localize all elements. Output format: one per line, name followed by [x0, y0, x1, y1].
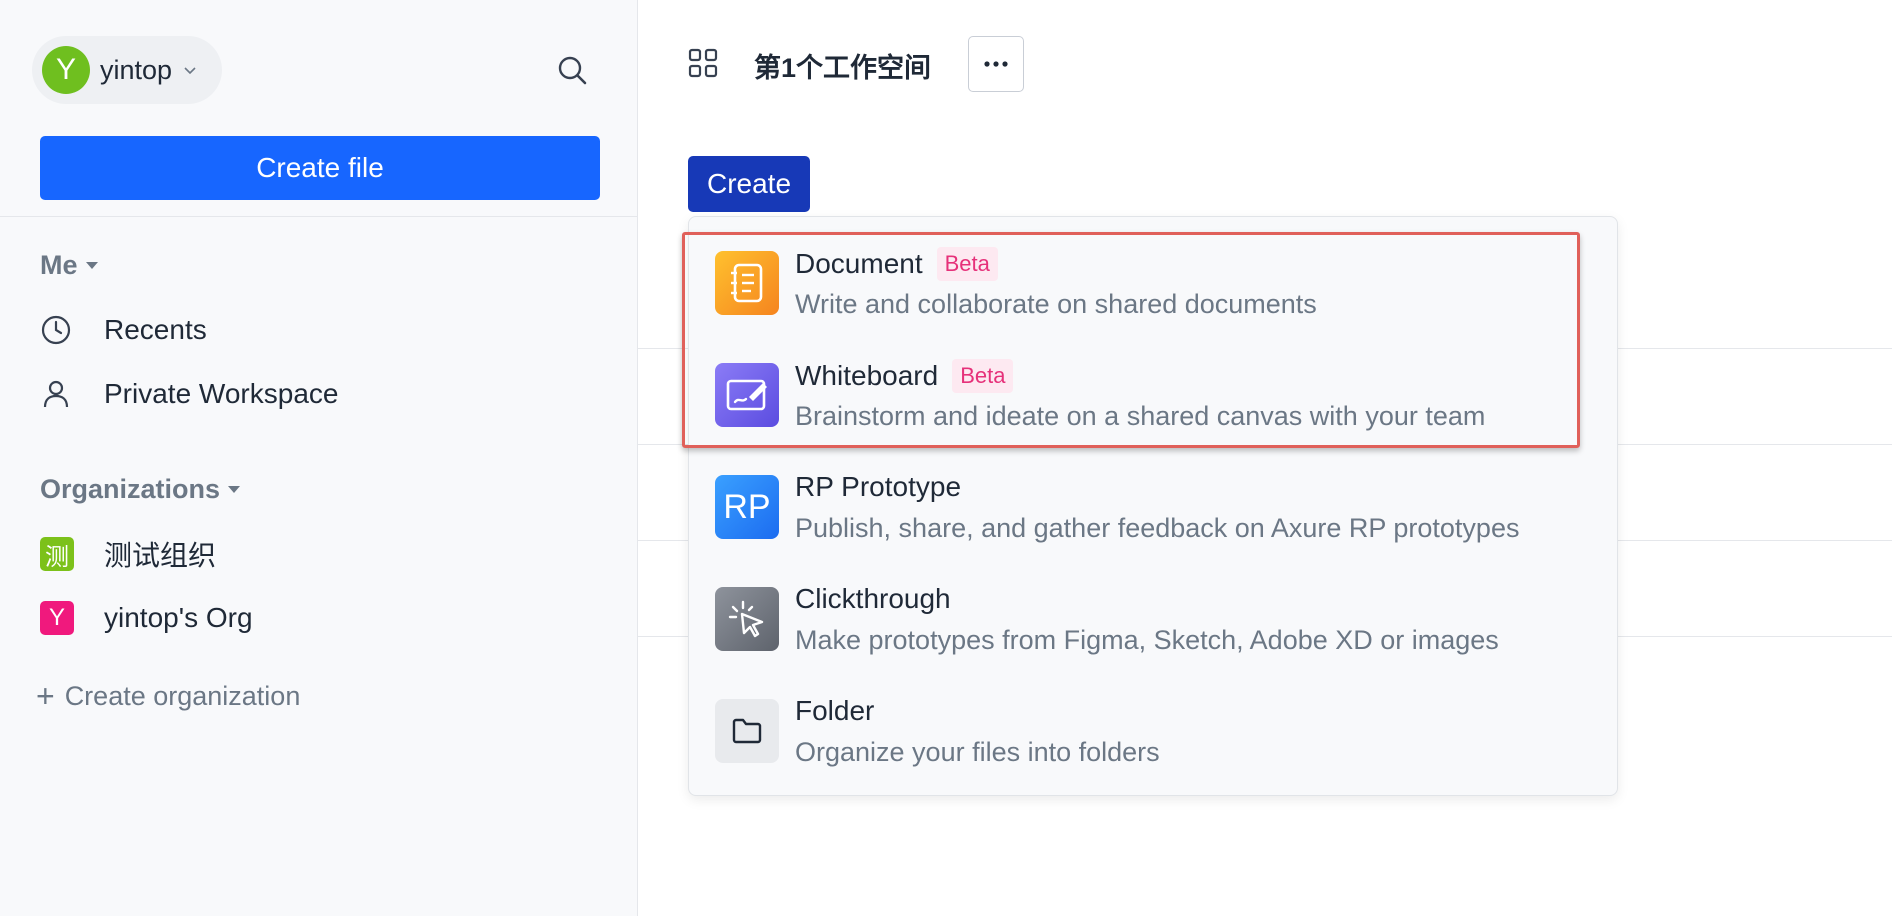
cursor-click-icon — [715, 587, 779, 651]
folder-icon — [715, 699, 779, 763]
menu-item-document[interactable]: Document Beta Write and collaborate on s… — [689, 217, 1619, 329]
clock-icon — [40, 310, 80, 350]
more-horizontal-icon — [984, 61, 1008, 67]
menu-item-title-row: Whiteboard Beta — [795, 359, 1014, 393]
menu-item-title-row: Document Beta — [795, 247, 998, 281]
menu-item-title-row: Folder — [795, 695, 874, 727]
user-name: yintop — [100, 54, 173, 85]
menu-item-description: Brainstorm and ideate on a shared canvas… — [795, 401, 1486, 431]
sidebar-item-org-yintop[interactable]: Y yintop's Org — [40, 594, 253, 642]
avatar: Y — [42, 46, 90, 94]
menu-item-folder[interactable]: Folder Organize your files into folders — [689, 665, 1619, 777]
rp-icon-text: RP — [723, 487, 771, 526]
sidebar-item-label: yintop's Org — [104, 602, 253, 633]
beta-badge: Beta — [952, 359, 1014, 393]
sidebar-item-label: 测试组织 — [104, 540, 217, 571]
beta-badge: Beta — [936, 247, 998, 281]
sidebar-item-label: Recents — [104, 314, 207, 345]
org-badge-wrapper: 测 — [40, 534, 80, 574]
plus-icon: + — [36, 677, 55, 714]
rp-icon: RP — [715, 475, 779, 539]
page-title: 第1个工作空间 — [754, 53, 932, 83]
search-icon — [558, 56, 587, 85]
menu-item-title: Clickthrough — [795, 583, 951, 614]
sidebar: Y yintop Create file Me Recents Private … — [0, 0, 638, 916]
app-root: Y yintop Create file Me Recents Private … — [0, 0, 1892, 916]
menu-item-rp-prototype[interactable]: RP RP Prototype Publish, share, and gath… — [689, 441, 1619, 553]
menu-item-title: Document — [795, 248, 923, 279]
sidebar-divider — [0, 216, 638, 217]
menu-item-description: Write and collaborate on shared document… — [795, 289, 1317, 319]
sidebar-item-label: Private Workspace — [104, 378, 339, 409]
me-section-toggle[interactable]: Me — [40, 250, 98, 281]
menu-item-description: Organize your files into folders — [795, 737, 1160, 767]
organizations-section-label: Organizations — [40, 474, 221, 504]
org-badge-wrapper: Y — [40, 598, 80, 638]
menu-item-title: RP Prototype — [795, 471, 962, 502]
user-menu[interactable]: Y yintop — [32, 36, 222, 104]
sidebar-item-recents[interactable]: Recents — [40, 306, 207, 354]
org-badge: Y — [40, 601, 74, 635]
menu-item-whiteboard[interactable]: Whiteboard Beta Brainstorm and ideate on… — [689, 329, 1619, 441]
menu-item-title-row: RP Prototype — [795, 471, 961, 503]
create-button[interactable]: Create — [688, 156, 810, 212]
document-icon — [715, 251, 779, 315]
create-dropdown-menu: Document Beta Write and collaborate on s… — [688, 216, 1618, 796]
search-button[interactable] — [552, 50, 592, 90]
whiteboard-icon — [715, 363, 779, 427]
create-organization-label: Create organization — [64, 680, 301, 711]
menu-item-title: Whiteboard — [795, 360, 939, 391]
sidebar-item-private-workspace[interactable]: Private Workspace — [40, 370, 338, 418]
grid-icon — [688, 48, 718, 78]
more-options-button[interactable] — [968, 36, 1024, 92]
caret-down-icon — [228, 486, 241, 493]
menu-item-clickthrough[interactable]: Clickthrough Make prototypes from Figma,… — [689, 553, 1619, 665]
sidebar-item-org-test[interactable]: 测 测试组织 — [40, 530, 216, 578]
menu-item-title-row: Clickthrough — [795, 583, 951, 615]
create-organization-button[interactable]: + Create organization — [36, 676, 300, 716]
create-file-button[interactable]: Create file — [40, 136, 600, 200]
me-section-label: Me — [40, 250, 78, 280]
person-icon — [40, 374, 80, 414]
chevron-down-icon — [184, 67, 196, 75]
menu-item-description: Make prototypes from Figma, Sketch, Adob… — [795, 625, 1499, 655]
org-badge: 测 — [40, 537, 74, 571]
menu-item-description: Publish, share, and gather feedback on A… — [795, 513, 1520, 543]
caret-down-icon — [85, 262, 98, 269]
organizations-section-toggle[interactable]: Organizations — [40, 474, 241, 505]
menu-item-title: Folder — [795, 695, 875, 726]
